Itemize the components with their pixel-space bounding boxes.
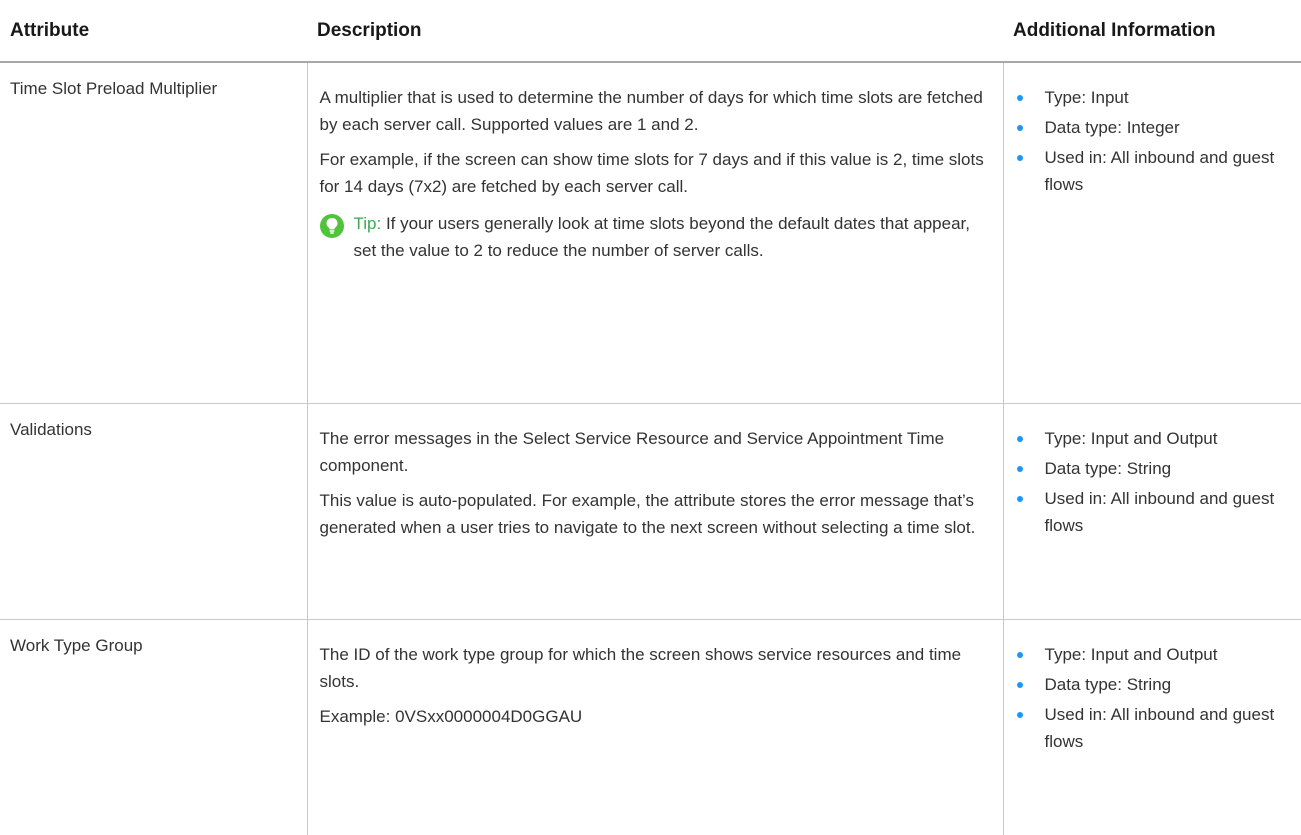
bullet-dot: [1016, 465, 1023, 472]
list-item: Used in: All inbound and guest flows: [1004, 485, 1294, 539]
info-text: Used in: All inbound and guest flows: [1044, 704, 1275, 751]
info-text: Type: Input and Output: [1044, 428, 1218, 448]
bullet-dot: [1016, 95, 1023, 101]
header-additional-information: Additional Information: [1003, 0, 1301, 63]
info-text: Data type: String: [1044, 674, 1172, 694]
description-paragraph: The ID of the work type group for which …: [319, 644, 962, 691]
info-list: Type: Input Data type: Integer Used in: …: [1004, 84, 1294, 198]
info-list: Type: Input and Output Data type: String…: [1004, 425, 1294, 539]
table-row: Validations The error messages in the Se…: [0, 403, 1301, 620]
description-paragraph: A multiplier that is used to determine t…: [319, 88, 983, 134]
table-header-row: Attribute Description Additional Informa…: [0, 0, 1301, 63]
list-item: Used in: All inbound and guest flows: [1004, 144, 1294, 198]
list-item: Data type: String: [1004, 455, 1294, 482]
table-row: Work Type Group The ID of the work type …: [0, 619, 1301, 835]
info-text: Type: Input and Output: [1044, 644, 1218, 664]
info-text: Used in: All inbound and guest flows: [1044, 488, 1275, 535]
description-cell: The ID of the work type group for which …: [307, 619, 1004, 835]
tip-note: Tip: If your users generally look at tim…: [319, 210, 989, 264]
list-item: Used in: All inbound and guest flows: [1004, 701, 1294, 755]
tip-label: Tip:: [353, 214, 382, 233]
list-item: Type: Input: [1004, 84, 1294, 111]
info-list: Type: Input and Output Data type: String…: [1004, 641, 1294, 755]
description-paragraph: This value is auto-populated. For exampl…: [319, 490, 976, 537]
description-paragraph: For example, if the screen can show time…: [319, 150, 984, 196]
attribute-table: Attribute Description Additional Informa…: [0, 0, 1301, 835]
description-paragraph: Example: 0VSxx0000004D0GGAU: [319, 706, 583, 726]
bullet-dot: [1016, 711, 1023, 718]
bullet-dot: [1016, 651, 1023, 658]
lightbulb-icon: [319, 214, 344, 238]
bullet-dot: [1016, 125, 1023, 131]
info-cell: Type: Input and Output Data type: String…: [1003, 403, 1301, 620]
table-row: Time Slot Preload Multiplier A multiplie…: [0, 62, 1301, 404]
tip-body: If your users generally look at time slo…: [353, 214, 970, 260]
bullet-dot: [1016, 435, 1023, 442]
info-text: Data type: String: [1044, 458, 1172, 478]
info-cell: Type: Input and Output Data type: String…: [1003, 619, 1301, 835]
list-item: Type: Input and Output: [1004, 641, 1294, 668]
list-item: Data type: String: [1004, 671, 1294, 698]
attribute-name: Work Type Group: [0, 619, 308, 835]
bullet-dot: [1016, 681, 1023, 688]
info-text: Type: Input: [1044, 88, 1129, 107]
tip-text: Tip: If your users generally look at tim…: [354, 210, 989, 264]
info-text: Used in: All inbound and guest flows: [1044, 148, 1275, 194]
description-cell: A multiplier that is used to determine t…: [307, 62, 1004, 404]
description-cell: The error messages in the Select Service…: [307, 403, 1004, 620]
header-description: Description: [307, 0, 1003, 63]
list-item: Type: Input and Output: [1004, 425, 1294, 452]
attribute-name: Time Slot Preload Multiplier: [0, 62, 308, 404]
attribute-name: Validations: [0, 403, 308, 620]
bullet-dot: [1016, 495, 1023, 502]
header-attribute: Attribute: [0, 0, 307, 63]
list-item: Data type: Integer: [1004, 114, 1294, 141]
info-cell: Type: Input Data type: Integer Used in: …: [1003, 62, 1301, 404]
bullet-dot: [1016, 155, 1023, 161]
description-paragraph: The error messages in the Select Service…: [319, 428, 945, 475]
info-text: Data type: Integer: [1044, 118, 1180, 137]
